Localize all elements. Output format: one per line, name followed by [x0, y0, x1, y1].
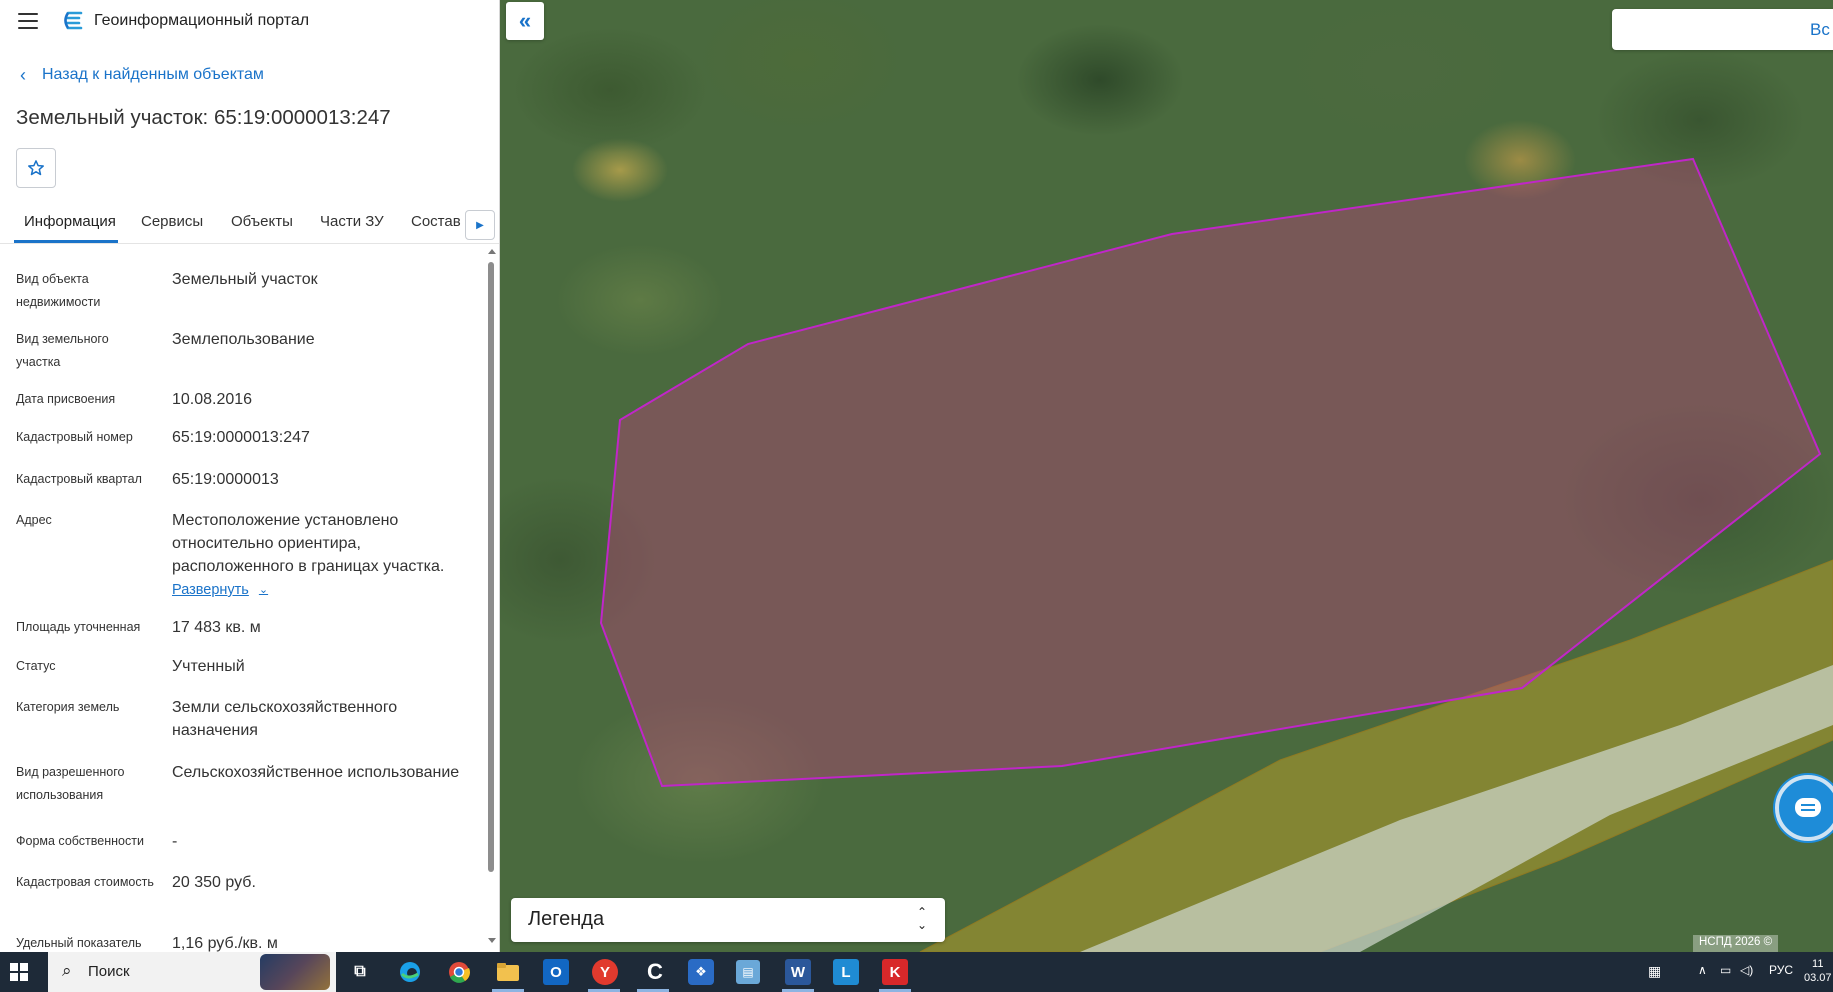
info-label: Кадастровый номер: [16, 430, 133, 444]
info-label: Форма собственности: [16, 834, 144, 848]
search-partial-text: Вс: [1810, 20, 1830, 39]
russian-app-icon[interactable]: C: [640, 957, 670, 987]
gosuslugi-shield-icon[interactable]: ❖: [688, 959, 714, 985]
tab-objects[interactable]: Объекты: [231, 213, 293, 230]
portal-logo-icon: [62, 10, 84, 32]
address-text: Местоположение установлено относительно …: [172, 512, 445, 575]
info-value: Учтенный: [172, 658, 245, 675]
info-label: Удельный показатель: [16, 936, 142, 950]
info-label: Кадастровый квартал: [16, 472, 142, 486]
info-label: Категория земель: [16, 700, 120, 714]
info-value: 10.08.2016: [172, 391, 253, 408]
info-label: Кадастровая стоимость: [16, 875, 154, 889]
legend-title: Легенда: [528, 908, 605, 930]
taskbar-search-box[interactable]: ⌕ Поиск: [48, 952, 336, 992]
chevron-left-icon: ‹: [20, 65, 26, 85]
info-label: Вид земельного участка: [16, 332, 109, 369]
expand-address-link[interactable]: Развернуть ⌄: [172, 579, 268, 602]
tab-services[interactable]: Сервисы: [141, 213, 203, 230]
tabs-scroll-right-button[interactable]: ▶: [465, 210, 495, 240]
star-icon: [28, 160, 44, 176]
info-value: 20 350 руб.: [172, 874, 256, 891]
chat-button[interactable]: [1775, 775, 1833, 841]
info-tabs: Информация Сервисы Объекты Части ЗУ Сост…: [0, 206, 499, 244]
collapse-panel-button[interactable]: «: [506, 2, 544, 40]
info-value-address: Местоположение установлено относительно …: [172, 509, 477, 602]
chrome-browser-icon[interactable]: [444, 957, 474, 987]
windows-taskbar: ⌕ Поиск ⧉ O Y C ❖ ▤ W L K ▦ ∧ ▭ ◁) РУС 1…: [0, 952, 1833, 992]
map-copyright: НСПД 2026 ©: [1693, 935, 1779, 952]
info-label: Дата присвоения: [16, 392, 116, 406]
task-view-icon[interactable]: ⧉: [345, 957, 375, 987]
tab-composition[interactable]: Состав: [411, 213, 461, 230]
notepad-icon[interactable]: ▤: [736, 960, 760, 984]
search-icon: ⌕: [62, 961, 72, 980]
search-highlight-image: [260, 954, 330, 990]
info-label: Статус: [16, 659, 56, 673]
info-value: 65:19:0000013:247: [172, 429, 310, 446]
language-indicator[interactable]: РУС: [1769, 963, 1793, 977]
info-value: 17 483 кв. м: [172, 619, 261, 636]
double-chevron-left-icon: «: [518, 8, 532, 33]
app-header: Геоинформационный портал: [0, 0, 499, 42]
volume-icon[interactable]: ◁): [1740, 963, 1753, 977]
consultant-plus-icon[interactable]: K: [882, 959, 908, 985]
back-link-label: Назад к найденным объектам: [42, 66, 264, 83]
page-title: Земельный участок: 65:19:0000013:247: [16, 106, 391, 129]
legend-toggle[interactable]: Легенда ⌃ ⌄: [511, 898, 945, 942]
info-label: Площадь уточненная: [16, 620, 141, 634]
yandex-browser-icon[interactable]: Y: [592, 959, 618, 985]
clock-time: 11: [1812, 958, 1824, 970]
hamburger-icon[interactable]: [18, 13, 38, 29]
word-icon[interactable]: W: [785, 959, 811, 985]
network-icon[interactable]: ▭: [1720, 963, 1731, 977]
map-overlay: [599, 157, 1833, 952]
edge-browser-icon[interactable]: [395, 957, 425, 987]
info-label: Адрес: [16, 513, 52, 527]
scroll-down-arrow-icon[interactable]: [488, 938, 496, 943]
lotus-app-icon[interactable]: L: [833, 959, 859, 985]
up-down-chevron-icon: ⌃ ⌄: [917, 905, 928, 932]
info-value: Сельскохозяйственное использование: [172, 764, 460, 781]
news-widget-icon[interactable]: ▦: [1648, 963, 1661, 980]
clock-date: 03.07: [1804, 972, 1832, 984]
outlook-icon[interactable]: O: [543, 959, 569, 985]
favorite-button[interactable]: [16, 148, 56, 188]
back-to-results-link[interactable]: ‹ Назад к найденным объектам: [20, 66, 264, 84]
scroll-up-arrow-icon[interactable]: [488, 249, 496, 254]
chevron-down-icon: ⌄: [258, 584, 269, 596]
info-value: -: [172, 833, 178, 850]
object-info-panel: Геоинформационный портал ‹ Назад к найде…: [0, 0, 500, 952]
app-title: Геоинформационный портал: [94, 12, 310, 29]
windows-start-icon[interactable]: [10, 963, 28, 981]
tab-parcel-parts[interactable]: Части ЗУ: [320, 213, 384, 230]
info-list: Вид объекта недвижимости Земельный участ…: [0, 244, 490, 952]
info-value: Землепользование: [172, 331, 315, 348]
file-explorer-icon[interactable]: [493, 957, 523, 987]
map-search-input[interactable]: Вс: [1612, 9, 1833, 50]
expand-label: Развернуть: [172, 582, 249, 598]
info-value: 65:19:0000013: [172, 471, 279, 488]
tab-information[interactable]: Информация: [24, 213, 116, 230]
taskbar-search-label: Поиск: [88, 963, 130, 980]
info-scrollbar-thumb[interactable]: [488, 262, 494, 872]
caret-right-icon: ▶: [476, 219, 484, 231]
map-view[interactable]: [500, 0, 1833, 952]
chat-icon: [1795, 798, 1821, 817]
info-value: Земельный участок: [172, 271, 318, 288]
info-label: Вид разрешенного использования: [16, 765, 125, 802]
info-value: Земли сельскохозяйственного назначения: [172, 699, 398, 739]
info-label: Вид объекта недвижимости: [16, 272, 101, 309]
system-clock[interactable]: 11 03.07: [1804, 957, 1832, 985]
info-value: 1,16 руб./кв. м: [172, 935, 278, 952]
tray-overflow-icon[interactable]: ∧: [1698, 963, 1707, 977]
active-tab-indicator: [14, 240, 118, 243]
